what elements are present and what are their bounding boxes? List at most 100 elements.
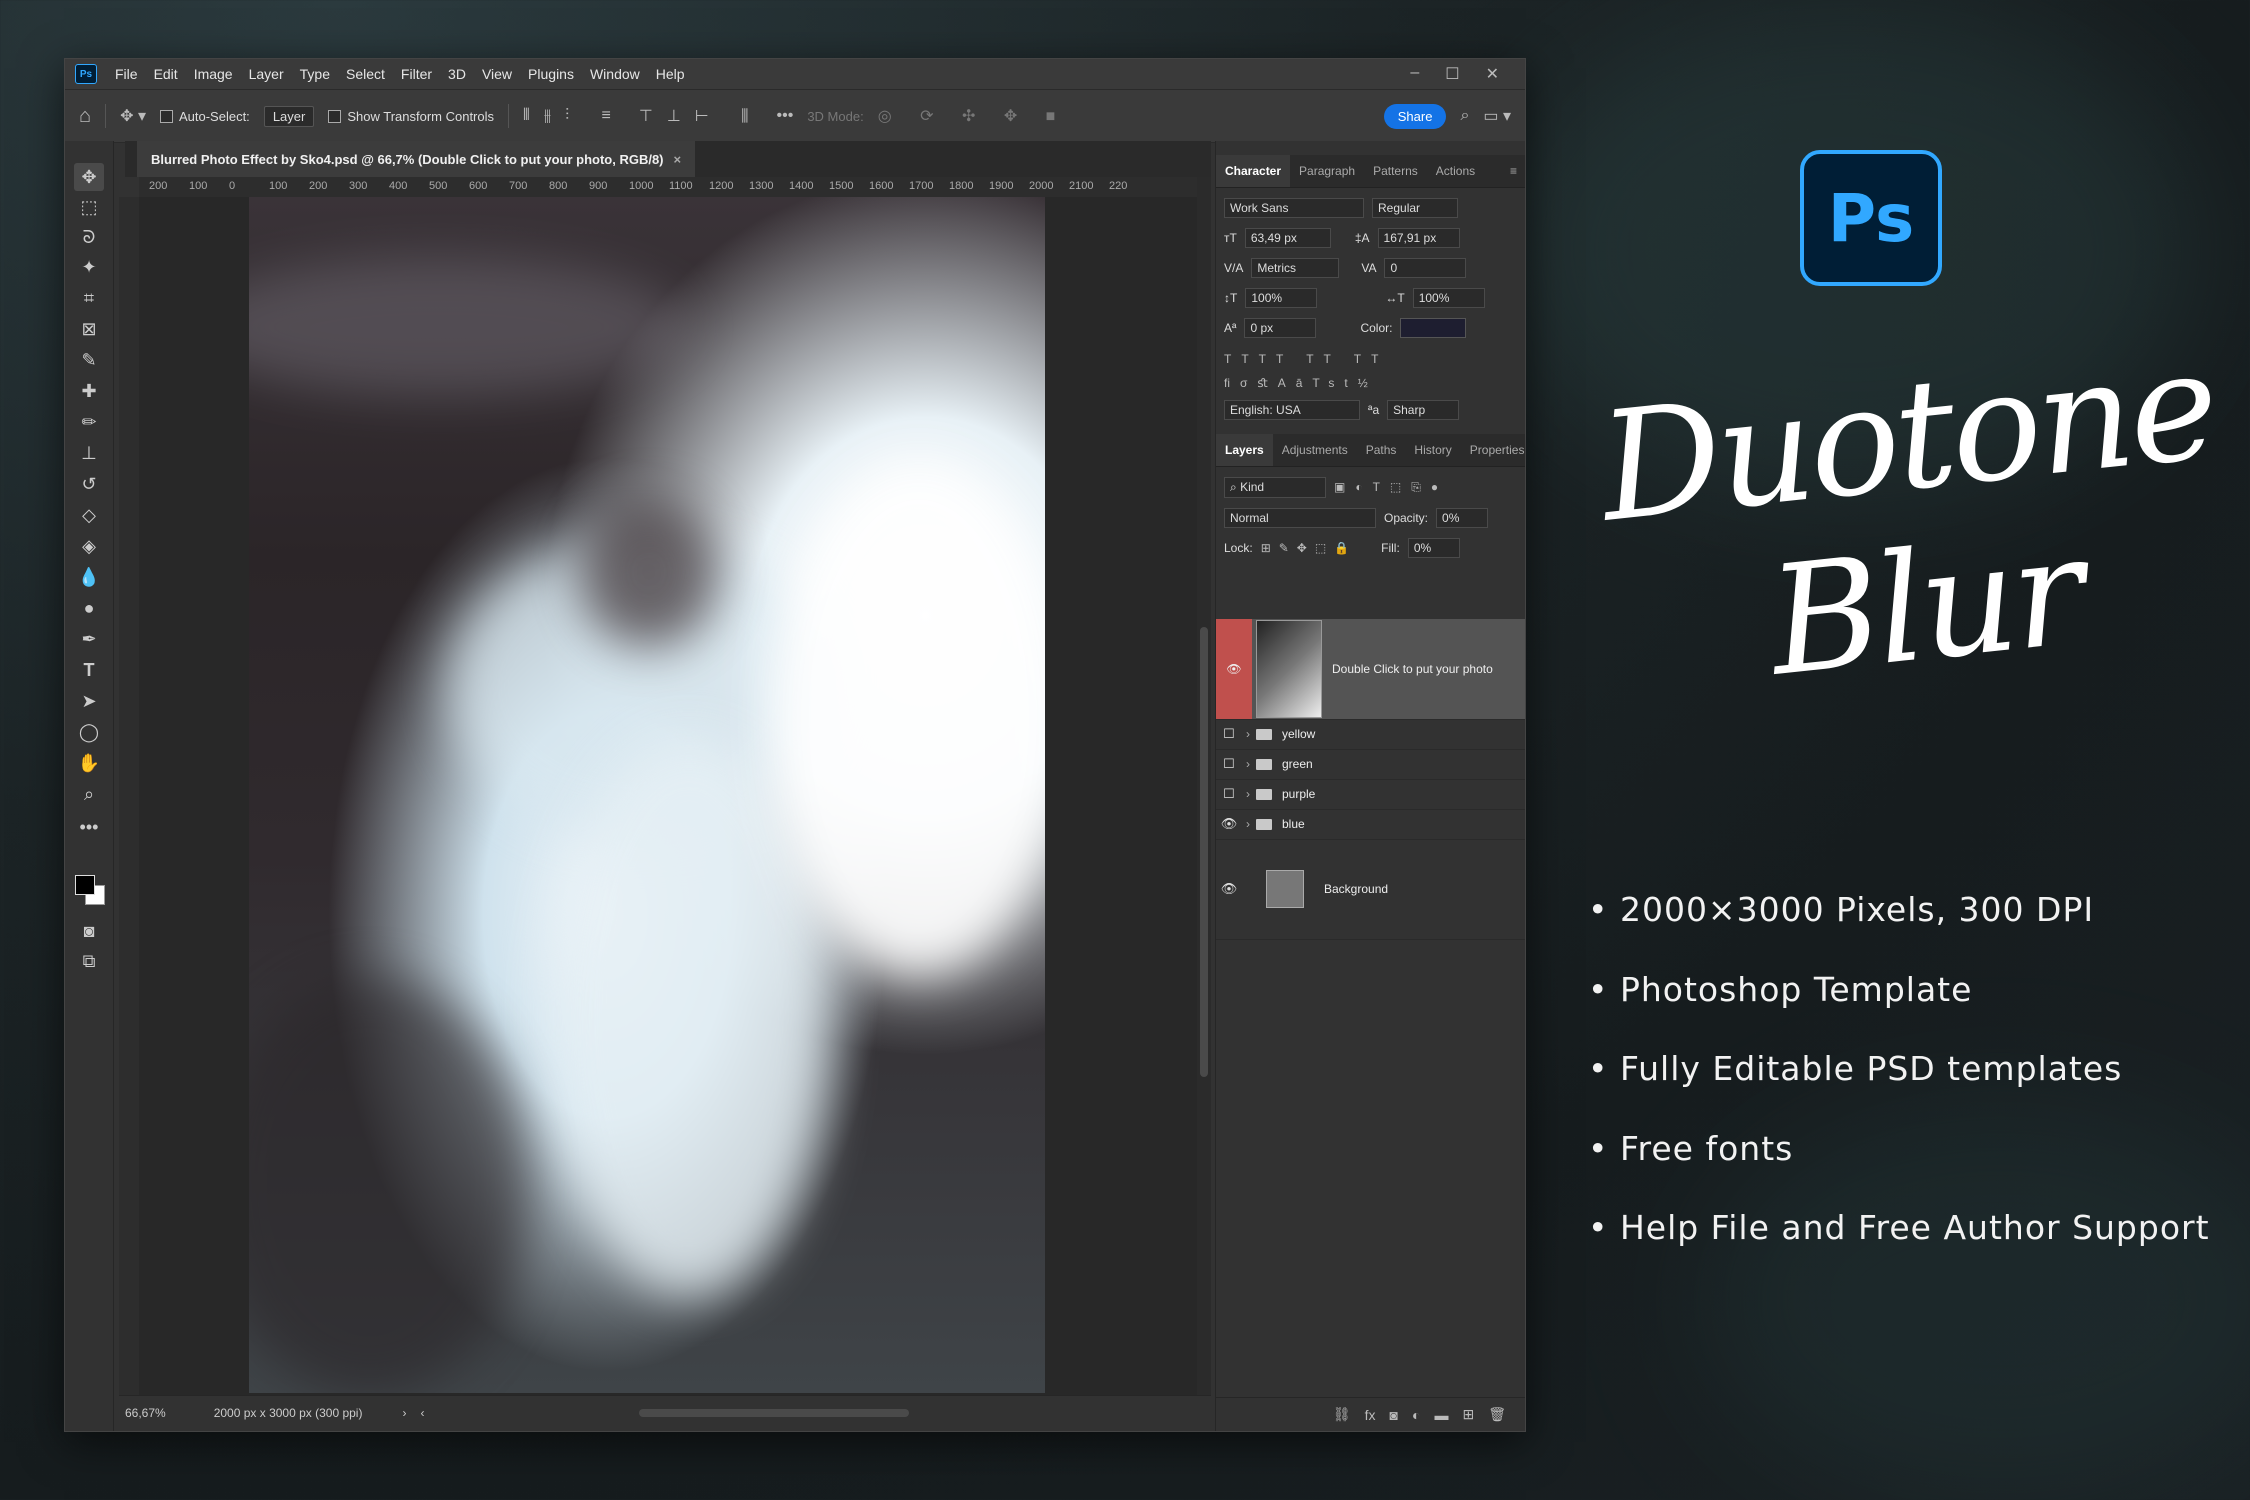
adjustment-layer-icon[interactable]: ◐ bbox=[1412, 1407, 1420, 1423]
menu-view[interactable]: View bbox=[474, 66, 520, 82]
menu-type[interactable]: Type bbox=[292, 66, 338, 82]
tab-actions[interactable]: Actions bbox=[1427, 164, 1484, 178]
menu-image[interactable]: Image bbox=[186, 66, 241, 82]
lock-icons[interactable]: ⊞✎✥⬚🔒 bbox=[1261, 541, 1357, 555]
hand-tool-icon[interactable]: ✋ bbox=[74, 749, 104, 777]
magic-wand-icon[interactable]: ✦ bbox=[74, 253, 104, 281]
canvas-area[interactable] bbox=[139, 197, 1197, 1395]
tab-paragraph[interactable]: Paragraph bbox=[1290, 164, 1364, 178]
scroll-left-icon[interactable]: ‹ bbox=[420, 1406, 424, 1420]
menu-file[interactable]: File bbox=[107, 66, 146, 82]
foreground-color-swatch[interactable] bbox=[75, 875, 95, 895]
share-button[interactable]: Share bbox=[1383, 103, 1447, 129]
ellipse-tool-icon[interactable]: ◯ bbox=[74, 718, 104, 746]
search-icon[interactable]: ⌕ bbox=[1460, 107, 1469, 125]
menu-layer[interactable]: Layer bbox=[241, 66, 292, 82]
language-select[interactable]: English: USA bbox=[1224, 400, 1360, 420]
lasso-tool-icon[interactable]: ᘐ bbox=[74, 223, 104, 251]
tab-paths[interactable]: Paths bbox=[1357, 443, 1406, 457]
opacity-field[interactable]: 0% bbox=[1436, 508, 1489, 528]
history-brush-icon[interactable]: ↺ bbox=[74, 470, 104, 498]
path-select-icon[interactable]: ➤ bbox=[74, 687, 104, 715]
menu-select[interactable]: Select bbox=[338, 66, 393, 82]
new-layer-icon[interactable]: ⊞ bbox=[1462, 1406, 1474, 1423]
show-transform-checkbox[interactable]: Show Transform Controls bbox=[328, 109, 494, 124]
eyedropper-icon[interactable]: ✎ bbox=[74, 346, 104, 374]
fill-field[interactable]: 0% bbox=[1407, 538, 1460, 558]
move-tool-icon[interactable]: ✥ ▾ bbox=[120, 106, 146, 126]
link-layers-icon[interactable]: ⛓ bbox=[1333, 1406, 1351, 1423]
brush-tool-icon[interactable]: ✏ bbox=[74, 408, 104, 436]
horizontal-scrollbar-thumb[interactable] bbox=[639, 1409, 909, 1417]
font-family-select[interactable]: Work Sans bbox=[1224, 198, 1364, 218]
home-icon[interactable]: ⌂ bbox=[79, 105, 91, 128]
fx-icon[interactable]: fx bbox=[1365, 1407, 1376, 1423]
layer-row-green[interactable]: ☐ › green bbox=[1216, 749, 1525, 780]
menu-plugins[interactable]: Plugins bbox=[520, 66, 582, 82]
close-tab-icon[interactable]: × bbox=[674, 152, 682, 167]
layer-row-yellow[interactable]: ☐ › yellow bbox=[1216, 719, 1525, 750]
leading-field[interactable]: 167,91 px bbox=[1377, 228, 1460, 248]
opentype-buttons[interactable]: ﬁσﬆAāTst½ bbox=[1224, 376, 1525, 390]
pen-tool-icon[interactable]: ✒ bbox=[74, 625, 104, 653]
layer-row-purple[interactable]: ☐ › purple bbox=[1216, 779, 1525, 810]
zoom-tool-icon[interactable]: ⌕ bbox=[74, 780, 104, 808]
horizontal-scale-field[interactable]: 100% bbox=[1412, 288, 1485, 308]
vertical-scrollbar[interactable] bbox=[1197, 177, 1211, 1395]
font-size-field[interactable]: 63,49 px bbox=[1244, 228, 1331, 248]
baseline-shift-field[interactable]: 0 px bbox=[1244, 318, 1317, 338]
marquee-tool-icon[interactable]: ⬚ bbox=[74, 193, 104, 221]
visibility-toggle[interactable]: ☐ bbox=[1216, 726, 1242, 742]
font-style-select[interactable]: Regular bbox=[1372, 198, 1458, 218]
panel-menu-icon[interactable]: ≡ bbox=[1501, 164, 1525, 178]
layer-row-blue[interactable]: 👁 › blue bbox=[1216, 809, 1525, 840]
canvas-photo[interactable] bbox=[249, 197, 1045, 1393]
healing-brush-icon[interactable]: ✚ bbox=[74, 377, 104, 405]
workspace-icon[interactable]: ▭ ▾ bbox=[1483, 106, 1511, 126]
paint-bucket-icon[interactable]: ◈ bbox=[74, 532, 104, 560]
expand-chevron-icon[interactable]: › bbox=[1246, 757, 1250, 771]
menu-window[interactable]: Window bbox=[582, 66, 648, 82]
layer-filter-icons[interactable]: ▣◐T⬚⎘● bbox=[1334, 480, 1448, 495]
kerning-field[interactable]: Metrics bbox=[1251, 258, 1340, 278]
tab-adjustments[interactable]: Adjustments bbox=[1273, 443, 1357, 457]
menu-filter[interactable]: Filter bbox=[393, 66, 440, 82]
vertical-scale-field[interactable]: 100% bbox=[1245, 288, 1318, 308]
eraser-tool-icon[interactable]: ◇ bbox=[74, 501, 104, 529]
new-group-icon[interactable]: ▬ bbox=[1434, 1407, 1448, 1423]
eye-icon[interactable]: 👁 bbox=[1216, 816, 1242, 832]
edit-toolbar-icon[interactable]: ••• bbox=[74, 813, 104, 841]
menu-help[interactable]: Help bbox=[648, 66, 693, 82]
layer-dropdown[interactable]: Layer bbox=[263, 105, 315, 127]
dodge-tool-icon[interactable]: ● bbox=[74, 594, 104, 622]
expand-chevron-icon[interactable]: › bbox=[1246, 787, 1250, 801]
tab-layers[interactable]: Layers bbox=[1216, 434, 1273, 466]
stamp-tool-icon[interactable]: ⊥ bbox=[74, 439, 104, 467]
layer-row-photo[interactable]: 👁 Double Click to put your photo bbox=[1216, 619, 1525, 720]
menu-3d[interactable]: 3D bbox=[440, 66, 474, 82]
text-color-swatch[interactable] bbox=[1400, 318, 1467, 338]
add-mask-icon[interactable]: ◙ bbox=[1390, 1407, 1398, 1423]
expand-chevron-icon[interactable]: › bbox=[1246, 727, 1250, 741]
align-icons[interactable]: ⫴⫵⫶ ≡ bbox=[523, 107, 625, 125]
status-arrow-icon[interactable]: › bbox=[402, 1406, 406, 1420]
quick-mask-icon[interactable]: ◙ bbox=[74, 917, 104, 945]
tab-properties[interactable]: Properties bbox=[1461, 443, 1525, 457]
frame-tool-icon[interactable]: ⊠ bbox=[74, 315, 104, 343]
screen-mode-icon[interactable]: ⧉ bbox=[74, 947, 104, 975]
antialias-select[interactable]: Sharp bbox=[1387, 400, 1460, 420]
auto-select-checkbox[interactable]: Auto-Select: bbox=[159, 109, 250, 124]
menu-edit[interactable]: Edit bbox=[146, 66, 186, 82]
tab-patterns[interactable]: Patterns bbox=[1364, 164, 1427, 178]
layer-filter-select[interactable]: ⌕ Kind bbox=[1224, 477, 1326, 498]
document-tab[interactable]: Blurred Photo Effect by Sko4.psd @ 66,7%… bbox=[137, 141, 696, 177]
minimize-icon[interactable]: – bbox=[1410, 64, 1419, 84]
layer-row-background[interactable]: 👁 Background bbox=[1216, 839, 1525, 940]
tab-character[interactable]: Character bbox=[1216, 155, 1291, 187]
expand-chevron-icon[interactable]: › bbox=[1246, 817, 1250, 831]
eye-icon[interactable]: 👁 bbox=[1216, 619, 1252, 719]
blur-tool-icon[interactable]: 💧 bbox=[74, 563, 104, 591]
text-style-buttons[interactable]: TTTT TT TT bbox=[1224, 352, 1525, 366]
tab-history[interactable]: History bbox=[1405, 443, 1460, 457]
distribute-icons[interactable]: ⊤⊥⊢ ⫼ bbox=[639, 106, 763, 126]
